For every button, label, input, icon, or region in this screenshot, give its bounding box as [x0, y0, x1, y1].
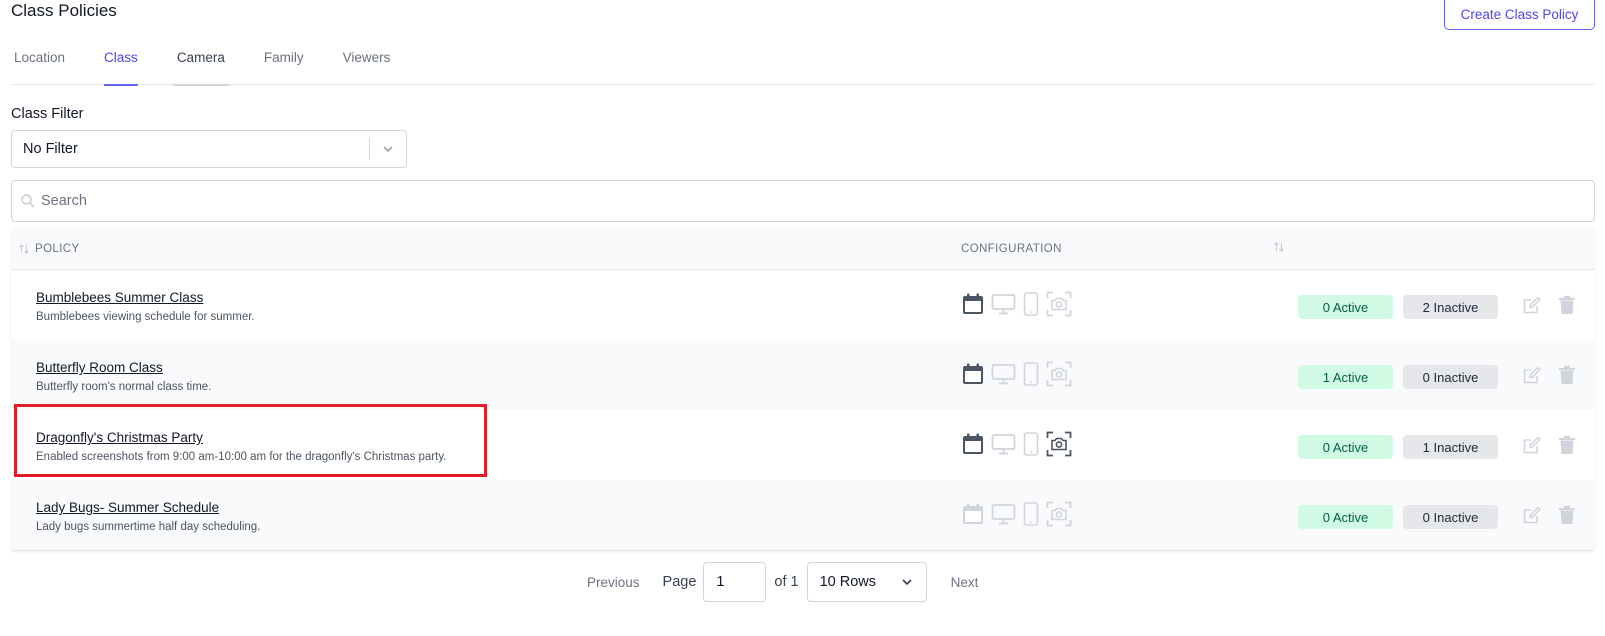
mobile-phone-icon: [1022, 502, 1040, 526]
chevron-down-icon: [900, 575, 914, 589]
active-count-badge: 1 Active: [1298, 365, 1393, 389]
class-filter-label: Class Filter: [11, 106, 84, 122]
configuration-icons: [961, 501, 1072, 527]
page-label: Page: [662, 574, 697, 590]
chevron-down-icon[interactable]: [370, 142, 406, 156]
policy-description: Lady bugs summertime half day scheduling…: [36, 521, 261, 533]
trash-icon[interactable]: [1558, 295, 1576, 315]
mobile-phone-icon: [1022, 432, 1040, 456]
policy-column-label: POLICY: [35, 243, 80, 255]
desktop-icon: [991, 432, 1016, 456]
policy-description: Bumblebees viewing schedule for summer.: [36, 311, 255, 323]
tab-class[interactable]: Class: [104, 40, 138, 86]
screenshot-icon: [1046, 431, 1072, 457]
policy-name-link[interactable]: Lady Bugs- Summer Schedule: [36, 500, 219, 515]
edit-icon[interactable]: [1522, 505, 1542, 525]
tab-family[interactable]: Family: [264, 40, 304, 85]
policy-name-link[interactable]: Bumblebees Summer Class: [36, 290, 203, 305]
tab-viewers[interactable]: Viewers: [343, 40, 391, 85]
screenshot-icon: [1046, 501, 1072, 527]
page-title: Class Policies: [11, 1, 117, 20]
tab-camera[interactable]: Camera: [172, 40, 229, 86]
screenshot-icon: [1046, 361, 1072, 387]
table-header: POLICY CONFIGURATION: [11, 228, 1595, 270]
policy-name-link[interactable]: Butterfly Room Class: [36, 360, 163, 375]
edit-icon[interactable]: [1522, 295, 1542, 315]
configuration-icons: [961, 291, 1072, 317]
calendar-icon: [961, 292, 985, 316]
previous-page-button[interactable]: Previous: [587, 575, 640, 590]
trash-icon[interactable]: [1558, 435, 1576, 455]
rows-per-page-value: 10 Rows: [819, 574, 877, 590]
mobile-phone-icon: [1022, 362, 1040, 386]
sort-icon: [18, 243, 30, 255]
configuration-column-header: CONFIGURATION: [961, 243, 1062, 255]
table-row: Lady Bugs- Summer Schedule Lady bugs sum…: [11, 480, 1595, 550]
policy-column-header[interactable]: POLICY: [18, 243, 80, 255]
calendar-icon: [961, 362, 985, 386]
active-count-badge: 0 Active: [1298, 295, 1393, 319]
page-number-input[interactable]: [703, 562, 767, 602]
edit-icon[interactable]: [1522, 365, 1542, 385]
policy-name-link[interactable]: Dragonfly's Christmas Party: [36, 430, 203, 445]
row-actions: [1522, 295, 1576, 315]
policy-table: POLICY CONFIGURATION Bumblebees Summer C…: [11, 228, 1595, 551]
table-row: Dragonfly's Christmas Party Enabled scre…: [11, 410, 1595, 480]
edit-icon[interactable]: [1522, 435, 1542, 455]
next-page-button[interactable]: Next: [951, 575, 979, 590]
tab-location[interactable]: Location: [14, 40, 65, 85]
inactive-count-badge: 0 Inactive: [1403, 365, 1498, 389]
sort-icon[interactable]: [1273, 241, 1285, 256]
configuration-icons: [961, 431, 1072, 457]
policy-description: Butterfly room's normal class time.: [36, 381, 212, 393]
calendar-icon: [961, 432, 985, 456]
rows-per-page-select[interactable]: 10 Rows: [806, 562, 927, 602]
screenshot-icon: [1046, 291, 1072, 317]
create-class-policy-button[interactable]: Create Class Policy: [1444, 0, 1595, 30]
class-filter-value: No Filter: [23, 141, 78, 157]
trash-icon[interactable]: [1558, 365, 1576, 385]
configuration-icons: [961, 361, 1072, 387]
mobile-phone-icon: [1022, 292, 1040, 316]
inactive-count-badge: 2 Inactive: [1403, 295, 1498, 319]
active-count-badge: 0 Active: [1298, 435, 1393, 459]
pagination: Previous Page of 1 10 Rows Next: [587, 562, 978, 602]
inactive-count-badge: 0 Inactive: [1403, 505, 1498, 529]
table-row: Bumblebees Summer Class Bumblebees viewi…: [11, 270, 1595, 340]
page-total-label: of 1: [774, 574, 799, 590]
row-actions: [1522, 435, 1576, 455]
active-count-badge: 0 Active: [1298, 505, 1393, 529]
desktop-icon: [991, 502, 1016, 526]
trash-icon[interactable]: [1558, 505, 1576, 525]
tab-bar: Location Class Camera Family Viewers: [11, 40, 1595, 86]
desktop-icon: [991, 292, 1016, 316]
calendar-icon: [961, 502, 985, 526]
table-row: Butterfly Room Class Butterfly room's no…: [11, 340, 1595, 410]
search-input[interactable]: [41, 193, 1594, 209]
class-filter-select[interactable]: No Filter: [11, 130, 407, 168]
row-actions: [1522, 365, 1576, 385]
search-icon: [20, 193, 36, 209]
desktop-icon: [991, 362, 1016, 386]
search-box: [11, 180, 1595, 222]
inactive-count-badge: 1 Inactive: [1403, 435, 1498, 459]
row-actions: [1522, 505, 1576, 525]
policy-description: Enabled screenshots from 9:00 am-10:00 a…: [36, 451, 447, 463]
